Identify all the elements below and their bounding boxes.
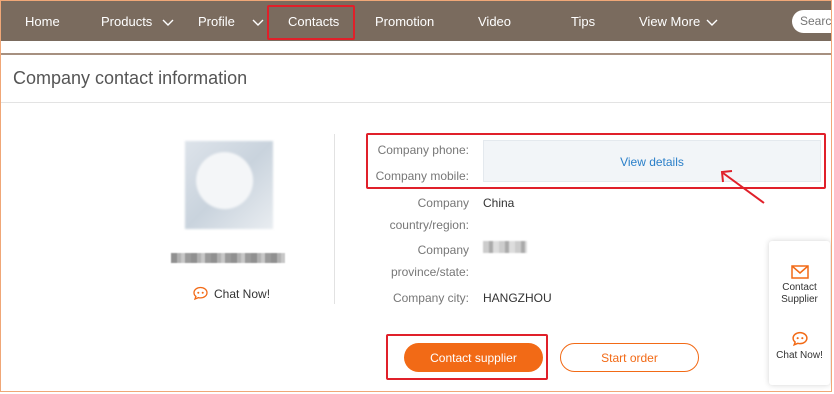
title-divider xyxy=(1,102,831,103)
chevron-down-icon xyxy=(162,19,174,26)
chat-now-label: Chat Now! xyxy=(214,286,271,301)
nav-view-more-label: View More xyxy=(639,14,701,29)
chat-bubble-icon xyxy=(791,331,808,347)
city-value: HANGZHOU xyxy=(483,291,552,305)
chat-now-link[interactable]: Chat Now! xyxy=(192,286,270,301)
nav-view-more[interactable]: View More xyxy=(639,1,718,41)
province-label-line2: province/state: xyxy=(390,265,469,279)
chevron-down-icon xyxy=(252,19,264,26)
city-label: Company city: xyxy=(392,291,469,305)
supplier-avatar xyxy=(185,141,273,229)
envelope-icon xyxy=(790,265,809,279)
nav-tips[interactable]: Tips xyxy=(571,1,595,41)
contact-button-highlight-box xyxy=(386,334,548,380)
page-title: Company contact information xyxy=(13,68,248,88)
nav-video[interactable]: Video xyxy=(478,1,511,41)
province-label-line1: Company xyxy=(417,243,469,257)
vertical-divider xyxy=(334,134,335,304)
contacts-highlight-box xyxy=(267,5,355,40)
country-label-line2: country/region: xyxy=(389,218,469,232)
country-label-line1: Company xyxy=(417,196,469,210)
arrow-annotation-icon xyxy=(720,170,765,204)
search-input[interactable] xyxy=(792,10,831,33)
nav-underbar xyxy=(1,41,831,55)
side-contact-line2: Supplier xyxy=(781,294,818,305)
supplier-name-blurred xyxy=(171,253,285,263)
nav-profile[interactable]: Profile xyxy=(198,1,264,41)
start-order-button[interactable]: Start order xyxy=(560,343,699,372)
nav-profile-label: Profile xyxy=(198,14,235,29)
nav-products-label: Products xyxy=(101,14,153,29)
nav-products[interactable]: Products xyxy=(101,1,174,41)
side-contact-line1: Contact xyxy=(782,282,817,293)
country-value: China xyxy=(483,196,515,210)
side-chat-label: Chat Now! xyxy=(776,350,823,361)
top-nav: Home Products Profile Contacts Promotion… xyxy=(1,1,831,41)
side-chat-now[interactable]: Chat Now! xyxy=(769,331,830,362)
nav-promotion[interactable]: Promotion xyxy=(375,1,434,41)
chat-bubble-icon xyxy=(193,286,208,301)
nav-home[interactable]: Home xyxy=(25,1,60,41)
chevron-down-icon xyxy=(706,19,718,26)
page-frame: Home Products Profile Contacts Promotion… xyxy=(0,0,832,392)
province-value-blurred xyxy=(483,241,527,253)
floating-side-widget: Contact Supplier Chat Now! xyxy=(769,241,830,385)
side-contact-supplier[interactable]: Contact Supplier xyxy=(769,265,830,306)
